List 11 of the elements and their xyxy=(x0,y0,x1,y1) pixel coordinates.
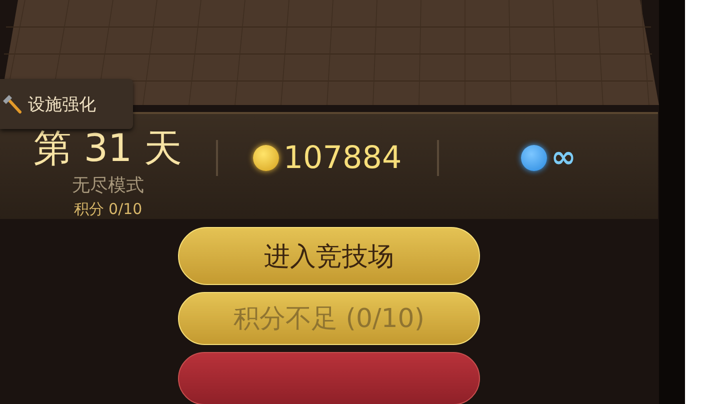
gem-count: ∞ xyxy=(551,140,576,175)
coin-count: 107884 xyxy=(283,140,402,176)
menu-button[interactable]: 进入竞技场 xyxy=(178,227,480,285)
score-label: 积分 0/10 xyxy=(74,200,142,219)
gem-icon xyxy=(521,144,547,170)
day-counter: 第 31 天 xyxy=(34,126,182,170)
end-game-button[interactable] xyxy=(178,352,480,404)
facility-upgrade-tab[interactable]: 设施强化 xyxy=(0,79,133,129)
hammer-icon xyxy=(2,94,22,114)
coin-icon xyxy=(253,144,280,170)
mode-label: 无尽模式 xyxy=(72,174,144,197)
